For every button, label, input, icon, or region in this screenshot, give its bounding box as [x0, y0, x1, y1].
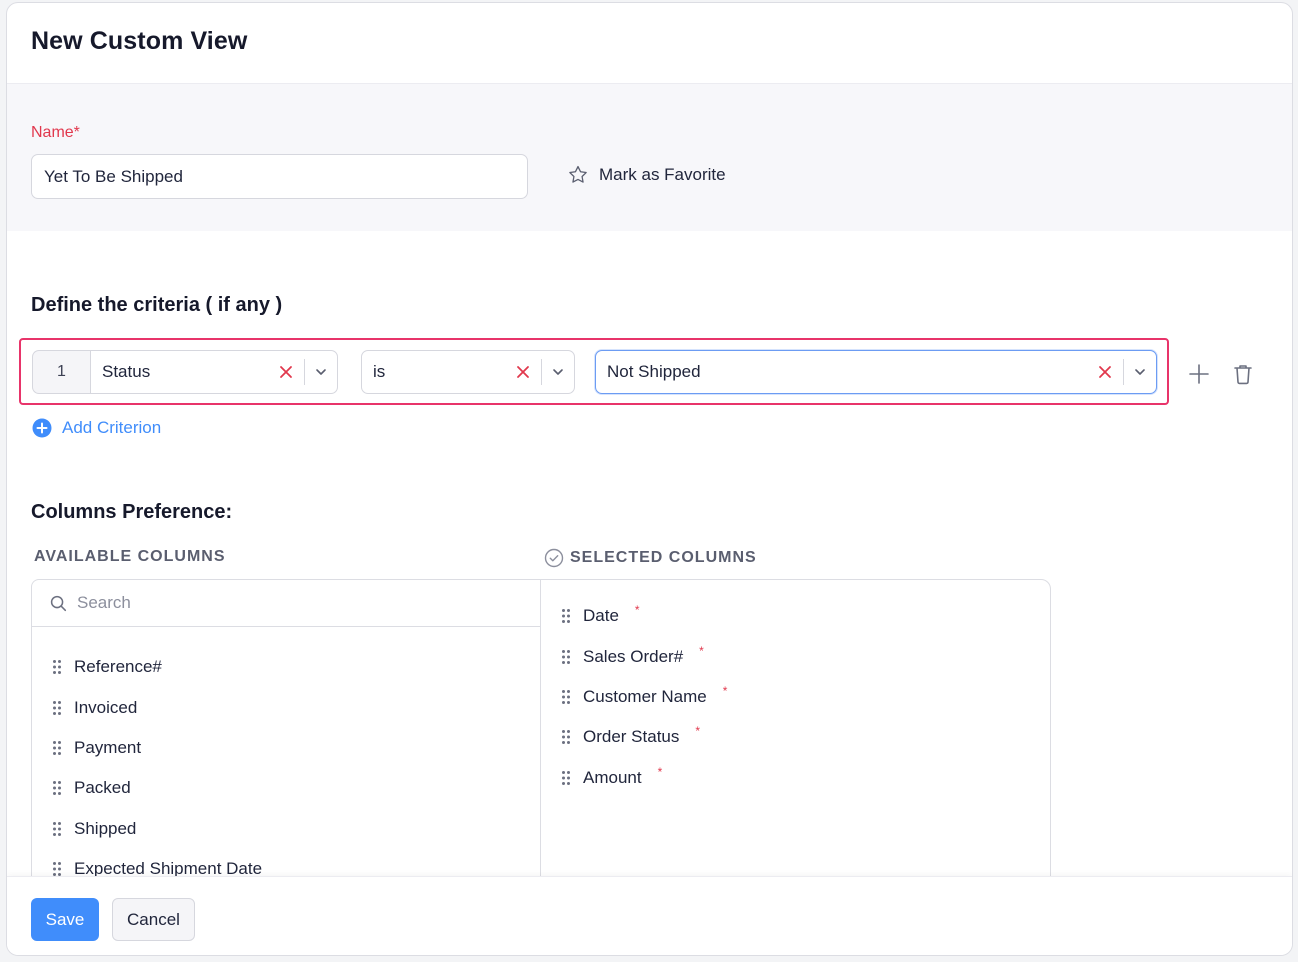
drag-handle-icon[interactable] [561, 649, 571, 665]
criterion-field-select[interactable]: Status [90, 350, 338, 394]
drag-handle-icon[interactable] [52, 821, 62, 837]
add-row-icon[interactable] [1188, 363, 1210, 390]
chevron-down-icon[interactable] [305, 365, 337, 379]
drag-handle-icon[interactable] [52, 861, 62, 877]
drag-handle-icon[interactable] [561, 770, 571, 786]
name-label: Name* [31, 124, 80, 141]
mark-favorite-toggle[interactable]: Mark as Favorite [567, 164, 726, 186]
selected-columns-heading: SELECTED COLUMNS [544, 548, 757, 568]
star-outline-icon [569, 165, 587, 183]
available-columns-list: Reference#InvoicedPaymentPackedShippedEx… [31, 579, 541, 899]
chevron-down-icon[interactable] [542, 365, 574, 379]
required-marker: * [634, 603, 640, 618]
chevron-down-icon[interactable] [1124, 365, 1156, 379]
name-section: Name* Mark as Favorite [7, 84, 1292, 231]
drag-handle-icon[interactable] [52, 740, 62, 756]
column-item-label: Date [583, 606, 619, 626]
column-item-label: Payment [74, 737, 142, 757]
required-marker: * [722, 683, 728, 698]
column-item[interactable]: Reference# [32, 647, 541, 687]
drag-handle-icon[interactable] [561, 729, 571, 745]
panel-header: New Custom View [7, 3, 1292, 84]
column-search [32, 580, 541, 627]
criterion-field-value: Status [102, 362, 151, 381]
criteria-title: Define the criteria ( if any ) [31, 294, 283, 316]
column-item[interactable]: Date * [541, 596, 1050, 636]
selected-items: Date * Sales Order# * Customer Name * Order St… [541, 580, 1050, 798]
clear-value-icon[interactable] [1087, 365, 1123, 379]
clear-field-icon[interactable] [268, 365, 304, 379]
columns-title: Columns Preference: [31, 501, 233, 523]
column-item[interactable]: Packed [32, 768, 541, 808]
name-input[interactable] [31, 154, 528, 199]
available-columns-label: AVAILABLE COLUMNS [34, 548, 226, 565]
column-item-label: Customer Name [583, 686, 707, 706]
clear-comparator-icon[interactable] [505, 365, 541, 379]
cancel-button[interactable]: Cancel [112, 898, 195, 941]
add-criterion-label: Add Criterion [62, 418, 162, 437]
column-item[interactable]: Order Status * [541, 717, 1050, 757]
column-item-label: Invoiced [74, 697, 138, 717]
column-item[interactable]: Payment [32, 728, 541, 768]
column-item-label: Amount [583, 767, 642, 787]
required-marker: * [657, 764, 663, 779]
column-item-label: Reference# [74, 657, 162, 677]
column-item-label: Sales Order# [583, 646, 684, 666]
criterion-comparator-value: is [373, 362, 386, 381]
save-button[interactable]: Save [31, 898, 99, 941]
custom-view-panel: New Custom View Name* Mark as Favorite D… [6, 2, 1293, 956]
drag-handle-icon[interactable] [561, 608, 571, 624]
criterion-value-select[interactable]: Not Shipped [595, 350, 1157, 394]
column-item[interactable]: Sales Order# * [541, 636, 1050, 676]
drag-handle-icon[interactable] [561, 689, 571, 705]
drag-handle-icon[interactable] [52, 780, 62, 796]
search-icon [50, 595, 67, 611]
column-search-input[interactable] [77, 593, 477, 613]
footer-bar: Save Cancel [7, 876, 1292, 955]
column-item[interactable]: Amount * [541, 758, 1050, 798]
required-marker: * [695, 724, 701, 739]
column-item-label: Shipped [74, 818, 137, 838]
add-criterion-button[interactable]: Add Criterion [32, 418, 161, 438]
plus-circle-icon [32, 418, 52, 438]
drag-handle-icon[interactable] [52, 700, 62, 716]
page-title: New Custom View [31, 27, 248, 55]
favorite-label: Mark as Favorite [599, 165, 726, 184]
required-marker: * [699, 643, 704, 658]
criterion-comparator-select[interactable]: is [361, 350, 575, 394]
trash-icon[interactable] [1233, 363, 1253, 390]
selected-columns-label: SELECTED COLUMNS [570, 549, 757, 566]
criterion-index: 1 [32, 350, 90, 394]
column-item-label: Order Status [583, 727, 680, 747]
column-item[interactable]: Customer Name * [541, 677, 1050, 717]
column-item[interactable]: Invoiced [32, 687, 541, 727]
column-item[interactable]: Shipped [32, 809, 541, 849]
check-circle-icon [544, 548, 564, 568]
column-item-label: Packed [74, 778, 131, 798]
drag-handle-icon[interactable] [52, 659, 62, 675]
selected-columns-list: Date * Sales Order# * Customer Name * Order St… [540, 579, 1051, 899]
available-items: Reference# Invoiced Payment Packed Shipped Ex… [32, 627, 541, 889]
criterion-value-text: Not Shipped [607, 362, 701, 381]
